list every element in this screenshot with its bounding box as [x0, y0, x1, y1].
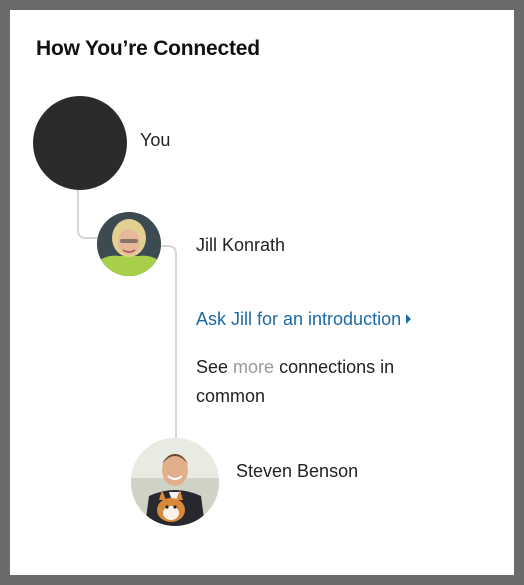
- avatar-steven-benson[interactable]: [131, 438, 219, 526]
- how-youre-connected-panel: How You’re Connected You Jill Konrath As…: [10, 10, 514, 575]
- steven-benson-photo: [131, 438, 219, 526]
- avatar-jill-konrath[interactable]: [97, 212, 161, 276]
- ask-for-introduction-label[interactable]: Ask Jill for an introduction: [196, 309, 401, 329]
- connection-path-line: [77, 190, 177, 442]
- jill-konrath-photo: [97, 212, 161, 276]
- connection-name-steven-benson[interactable]: Steven Benson: [236, 461, 358, 482]
- avatar-you: [33, 96, 127, 190]
- ask-for-introduction-link[interactable]: Ask Jill for an introduction: [196, 309, 412, 330]
- more-connections-link[interactable]: more: [233, 357, 274, 377]
- common-prefix: See: [196, 357, 229, 377]
- caret-right-icon: [406, 314, 412, 324]
- connection-name-you: You: [140, 130, 171, 150]
- connection-name-jill-konrath[interactable]: Jill Konrath: [196, 235, 285, 256]
- connections-in-common-text: See more connections in common: [196, 353, 456, 411]
